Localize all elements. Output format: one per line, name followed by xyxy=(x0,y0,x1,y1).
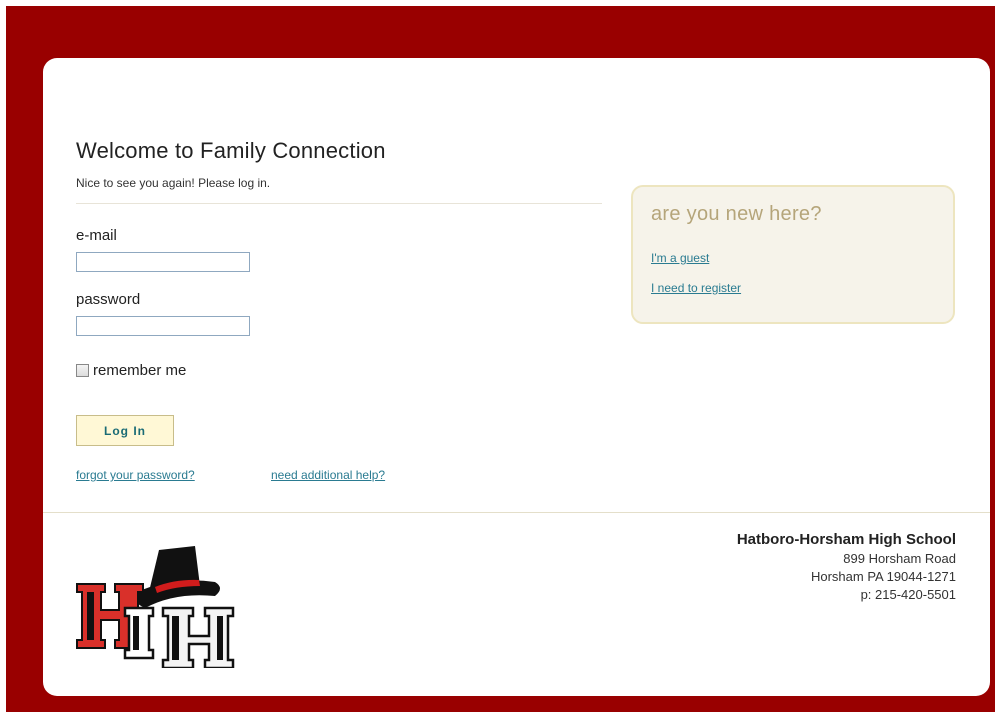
black-h-letter xyxy=(161,606,235,668)
divider xyxy=(76,203,602,204)
password-field[interactable] xyxy=(76,316,250,336)
register-link[interactable]: I need to register xyxy=(651,281,741,295)
remember-me-label: remember me xyxy=(93,362,187,379)
remember-me-checkbox[interactable] xyxy=(76,364,89,377)
email-field[interactable] xyxy=(76,252,250,272)
school-phone: p: 215-420-5501 xyxy=(860,587,956,602)
school-city: Horsham PA 19044-1271 xyxy=(810,569,956,584)
middle-h-letter xyxy=(123,606,155,660)
password-label: password xyxy=(76,291,141,308)
remember-me-row[interactable]: remember me xyxy=(76,362,186,379)
page-title: Welcome to Family Connection xyxy=(76,138,386,163)
page-frame: Welcome to Family Connection Nice to see… xyxy=(6,6,995,712)
school-address: 899 Horsham Road xyxy=(843,551,956,566)
email-label: e-mail xyxy=(76,227,117,244)
school-logo xyxy=(76,546,235,668)
school-name: Hatboro-Horsham High School xyxy=(736,531,956,548)
new-user-panel: are you new here? I'm a guest I need to … xyxy=(631,185,955,324)
forgot-password-link[interactable]: forgot your password? xyxy=(76,468,195,482)
top-hat-icon xyxy=(135,546,220,608)
footer-divider xyxy=(43,512,990,513)
main-card: Welcome to Family Connection Nice to see… xyxy=(43,58,990,696)
school-info: Hatboro-Horsham High School 899 Horsham … xyxy=(737,530,956,604)
additional-help-link[interactable]: need additional help? xyxy=(271,468,385,482)
page-subtitle: Nice to see you again! Please log in. xyxy=(76,176,271,190)
guest-link[interactable]: I'm a guest xyxy=(651,251,709,265)
new-user-title: are you new here? xyxy=(651,203,822,225)
login-button[interactable]: Log In xyxy=(76,415,174,446)
